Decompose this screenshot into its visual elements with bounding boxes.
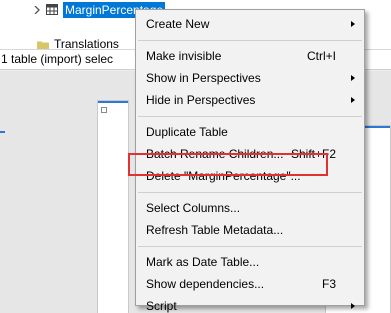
menu-item-label: Script xyxy=(146,299,177,313)
submenu-arrow-icon xyxy=(351,303,355,309)
menu-item-refresh-table-metadata[interactable]: Refresh Table Metadata... xyxy=(136,219,364,241)
menu-item-mark-as-date-table[interactable]: Mark as Date Table... xyxy=(136,251,364,273)
menu-item-hide-in-perspectives[interactable]: Hide in Perspectives xyxy=(136,89,364,111)
menu-item-show-in-perspectives[interactable]: Show in Perspectives xyxy=(136,67,364,89)
table-card-accent xyxy=(98,101,128,103)
menu-item-batch-rename-children[interactable]: Batch Rename Children... Shift+F2 xyxy=(136,143,364,165)
table-card-edge xyxy=(0,131,5,133)
table-icon xyxy=(46,4,58,15)
menu-item-shortcut: F3 xyxy=(321,277,336,291)
chevron-right-icon[interactable] xyxy=(33,6,41,14)
menu-item-label: Refresh Table Metadata... xyxy=(146,223,284,237)
menu-item-make-invisible[interactable]: Make invisible Ctrl+I xyxy=(136,45,364,67)
menu-item-label: Show dependencies... xyxy=(146,277,265,291)
menu-item-select-columns[interactable]: Select Columns... xyxy=(136,197,364,219)
menu-item-label: Hide in Perspectives xyxy=(146,93,256,107)
menu-item-label: Duplicate Table xyxy=(146,125,228,139)
menu-item-script[interactable]: Script xyxy=(136,295,364,313)
menu-separator xyxy=(138,116,362,117)
menu-item-shortcut: Shift+F2 xyxy=(290,147,336,161)
submenu-arrow-icon xyxy=(351,75,355,81)
table-card-icon xyxy=(101,107,107,113)
menu-item-delete-marginpercentage[interactable]: Delete "MarginPercentage"... xyxy=(136,165,364,187)
menu-item-create-new[interactable]: Create New xyxy=(136,13,364,35)
menu-item-label: Mark as Date Table... xyxy=(146,255,260,269)
menu-separator xyxy=(138,246,362,247)
menu-item-label: Create New xyxy=(146,17,210,31)
menu-item-label: Batch Rename Children... xyxy=(146,147,284,161)
menu-separator xyxy=(138,40,362,41)
menu-item-label: Make invisible xyxy=(146,49,222,63)
menu-item-show-dependencies[interactable]: Show dependencies... F3 xyxy=(136,273,364,295)
context-menu: Create New Make invisible Ctrl+I Show in Pe… xyxy=(135,9,365,313)
menu-item-label: Select Columns... xyxy=(146,201,241,215)
menu-item-duplicate-table[interactable]: Duplicate Table xyxy=(136,121,364,143)
menu-item-shortcut: Ctrl+I xyxy=(306,49,336,63)
submenu-arrow-icon xyxy=(351,21,355,27)
menu-item-label: Delete "MarginPercentage"... xyxy=(146,169,301,183)
table-card[interactable] xyxy=(97,100,129,313)
submenu-arrow-icon xyxy=(351,97,355,103)
menu-item-label: Show in Perspectives xyxy=(146,71,261,85)
menu-separator xyxy=(138,192,362,193)
